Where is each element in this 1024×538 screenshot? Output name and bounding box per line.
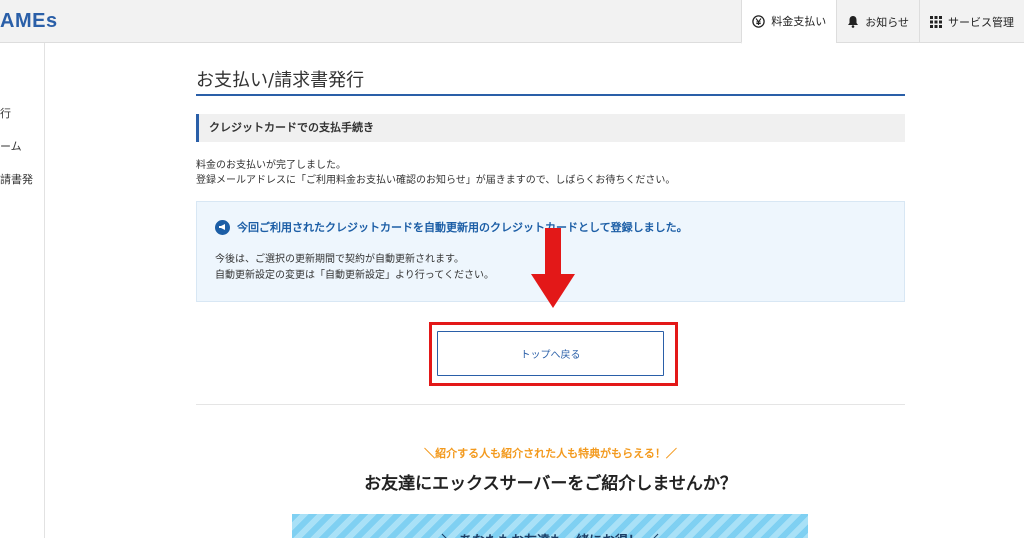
payment-complete-message: 料金のお支払いが完了しました。 [196, 160, 346, 171]
info-box-title-text: 今回ご利用されたクレジットカードを自動更新用のクレジットカードとして登録しました… [237, 221, 688, 234]
title-underline [196, 94, 905, 96]
promo-title: お友達にエックスサーバーをご紹介しませんか？ [364, 474, 737, 494]
sidebar-item-3[interactable]: 請書発 [0, 171, 33, 187]
nav-payment[interactable]: 料金支払い [741, 0, 837, 44]
logo[interactable]: AMEs [0, 10, 58, 33]
back-to-top-button[interactable]: トップへ戻る [437, 331, 664, 376]
sidebar: 行 ーム 請書発 [0, 43, 45, 538]
megaphone-icon [215, 219, 230, 235]
nav-payment-label: 料金支払い [771, 15, 827, 28]
top-header: AMEs 料金支払い お知らせ サービス管理 [0, 0, 1024, 44]
divider [196, 404, 905, 405]
nav-service-management-label: サービス管理 [948, 15, 1014, 29]
sidebar-item-1[interactable]: 行 [0, 105, 11, 121]
info-box-title: 今回ご利用されたクレジットカードを自動更新用のクレジットカードとして登録しました… [215, 219, 688, 235]
info-box-line: 今後は、ご選択の更新期間で契約が自動更新されます。 [215, 254, 464, 265]
grid-icon [930, 15, 942, 28]
promo-subtitle: ＼紹介する人も紹介された人も特典がもらえる！／ [424, 447, 677, 460]
email-notice-message: 登録メールアドレスに「ご利用料金お支払い確認のお知らせ」が届きますので、しばらく… [196, 175, 676, 186]
info-box-line: 自動更新設定の変更は「自動更新設定」より行ってください。 [215, 270, 494, 281]
section-heading: クレジットカードでの支払手続き [196, 114, 905, 142]
yen-icon [752, 14, 765, 28]
nav-service-management[interactable]: サービス管理 [919, 0, 1024, 43]
header-nav: 料金支払い お知らせ サービス管理 [741, 0, 1024, 44]
down-arrow-icon [531, 228, 575, 308]
nav-notices[interactable]: お知らせ [836, 0, 919, 43]
referral-banner[interactable]: ＼ あなたもお友達も一緒にお得！ ／ [292, 514, 808, 538]
nav-notices-label: お知らせ [865, 15, 909, 29]
sidebar-item-2[interactable]: ーム [0, 138, 22, 154]
page-title: お支払い/請求書発行 [196, 70, 365, 91]
bell-icon [847, 15, 859, 28]
banner-text: ＼ あなたもお友達も一緒にお得！ ／ [292, 530, 808, 538]
